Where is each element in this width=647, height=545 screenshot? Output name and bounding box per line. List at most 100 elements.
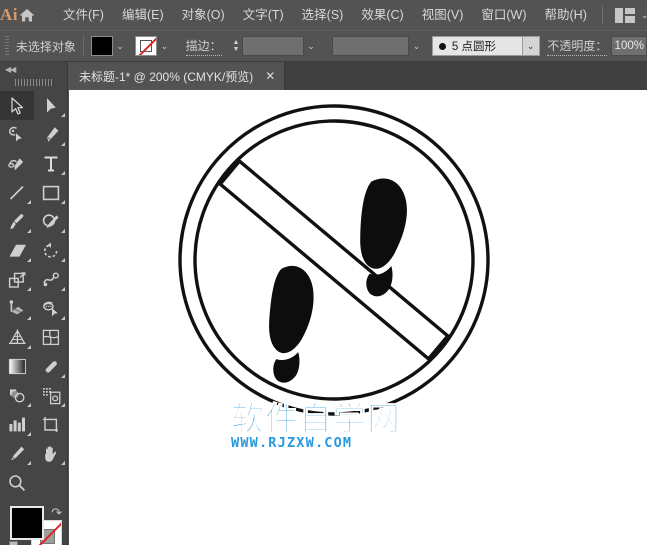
menu-select[interactable]: 选择(S) [293,5,353,26]
stroke-weight-chevron-down-icon[interactable]: ⌄ [304,36,319,56]
column-graph-tool[interactable] [0,410,34,439]
tool-flyout-indicator [27,316,31,320]
shape-builder-tool[interactable] [34,294,68,323]
tool-flyout-indicator [27,229,31,233]
width-tool[interactable] [34,265,68,294]
menu-help[interactable]: 帮助(H) [536,5,596,26]
fill-color-indicator[interactable] [10,506,44,540]
selection-status: 未选择对象 [15,39,76,54]
rectangle-tool[interactable] [34,178,68,207]
graphic-style-chevron-down-icon[interactable]: ⌄ [409,36,424,56]
gradient-tool[interactable] [0,352,34,381]
stroke-weight-stepper[interactable]: ▲ ▼ [230,36,243,56]
eraser-tool[interactable] [0,236,34,265]
control-separator-1 [82,36,84,56]
document-tab-title: 未标题-1* @ 200% (CMYK/预览) [79,69,254,84]
workspace-divider [601,6,603,24]
rotate-tool[interactable] [34,236,68,265]
blend-tool[interactable] [0,381,34,410]
fill-stroke-indicator: ↷ [0,503,67,545]
default-fill-stroke-icon [9,541,18,545]
outer-circle [178,104,490,416]
shaper-tool[interactable] [34,207,68,236]
paintbrush-tool[interactable] [0,207,34,236]
curvature-tool[interactable] [0,149,34,178]
menu-file[interactable]: 文件(F) [54,5,113,26]
opacity-label[interactable]: 不透明度： [547,37,608,56]
tool-flyout-indicator [61,142,65,146]
selection-tool[interactable] [0,91,34,120]
stroke-color-swatch[interactable] [135,36,158,56]
zoom-tool[interactable] [0,468,34,497]
free-transform-tool[interactable] [0,294,34,323]
artwork-no-footprints-sign[interactable] [169,95,499,425]
tool-flyout-indicator [27,258,31,262]
document-tab[interactable]: 未标题-1* @ 200% (CMYK/预览) ✕ [68,62,286,90]
line-segment-tool[interactable] [0,178,34,207]
eyedropper-tool[interactable] [34,352,68,381]
tools-panel: ◀◀ ↷ [0,62,68,545]
control-bar: 未选择对象 ⌄ ⌄ 描边： ▲ ▼ ⌄ ⌄ 5 点圆形 ⌄ 不透明度： 100% [0,30,647,62]
tool-flyout-indicator [61,229,65,233]
graphic-style-input[interactable] [332,36,410,56]
tools-collapse-button[interactable]: ◀◀ [0,62,67,76]
tools-panel-grip[interactable] [0,76,67,88]
stroke-weight-input[interactable] [242,36,304,56]
tool-flyout-indicator [27,403,31,407]
shoe-print-left [269,265,314,383]
symbol-sprayer-tool[interactable] [34,381,68,410]
pen-tool[interactable] [34,120,68,149]
document-canvas[interactable]: 软件自学网 WWW.RJZXW.COM [69,90,647,545]
menu-effect[interactable]: 效果(C) [352,5,412,26]
stroke-weight-label[interactable]: 描边： [185,37,222,56]
watermark-url-text: WWW.RJZXW.COM [231,435,353,451]
tool-flyout-indicator [61,374,65,378]
swap-fill-stroke-icon[interactable]: ↷ [51,505,62,521]
tool-flyout-indicator [61,287,65,291]
direct-selection-tool[interactable] [34,91,68,120]
menu-object[interactable]: 对象(O) [173,5,234,26]
tool-flyout-indicator [27,287,31,291]
brush-chevron-down-icon[interactable]: ⌄ [522,36,540,56]
artboard-tool[interactable] [34,410,68,439]
workspace-switcher[interactable]: ⌄ [596,6,647,24]
tool-flyout-indicator [61,171,65,175]
brush-label: 5 点圆形 [451,41,496,53]
type-tool[interactable] [34,149,68,178]
brush-definition-select[interactable]: 5 点圆形 [431,36,523,56]
home-icon[interactable] [18,0,36,30]
pencil-tool[interactable] [0,439,34,468]
workspace-layout-icon [614,7,635,23]
tool-flyout-indicator [27,461,31,465]
ai-logo-icon: Ai [0,5,18,24]
hand-tool[interactable] [34,439,68,468]
opacity-input[interactable]: 100% [611,36,647,56]
stroke-chevron-down-icon[interactable]: ⌄ [157,36,172,56]
brush-preview-icon [438,42,446,50]
tool-flyout-indicator [27,200,31,204]
menu-type[interactable]: 文字(T) [234,5,293,26]
fill-chevron-down-icon[interactable]: ⌄ [113,36,128,56]
menu-edit[interactable]: 编辑(E) [113,5,173,26]
mesh-tool[interactable] [34,323,68,352]
tool-slot-empty [34,468,68,497]
menu-window[interactable]: 窗口(W) [472,5,535,26]
stepper-up-icon: ▲ [232,39,240,46]
menu-view[interactable]: 视图(V) [413,5,473,26]
magic-wand-tool[interactable] [0,120,34,149]
tool-flyout-indicator [61,113,65,117]
close-icon[interactable]: ✕ [265,70,275,82]
slash-bar [217,158,451,362]
illustrator-window: Ai 文件(F) 编辑(E) 对象(O) 文字(T) 选择(S) 效果(C) 视… [0,0,647,545]
menu-bar: Ai 文件(F) 编辑(E) 对象(O) 文字(T) 选择(S) 效果(C) 视… [0,0,647,30]
stepper-down-icon: ▼ [232,46,240,53]
fill-color-swatch[interactable] [90,36,113,56]
control-bar-grip[interactable] [2,36,12,56]
shoe-print-right [360,178,407,297]
scale-tool[interactable] [0,265,34,294]
tool-flyout-indicator [61,316,65,320]
tool-flyout-indicator [61,200,65,204]
inner-circle [193,119,475,401]
tool-flyout-indicator [61,403,65,407]
perspective-grid-tool[interactable] [0,323,34,352]
